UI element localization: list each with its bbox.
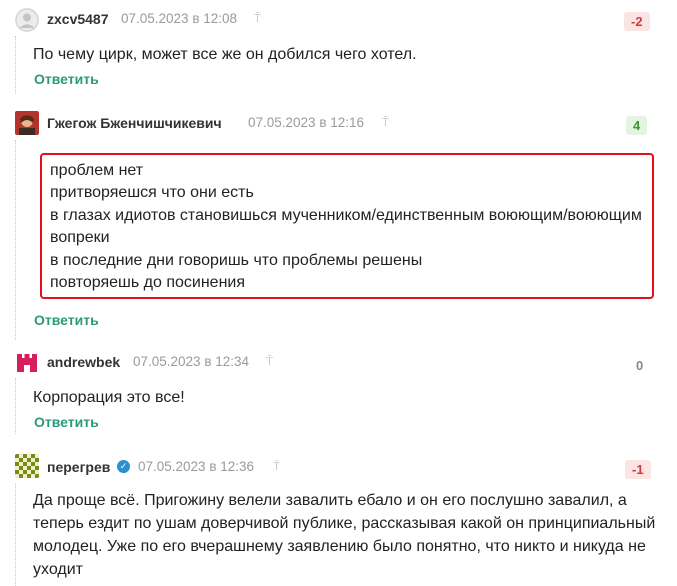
pin-icon[interactable]: ⍑ xyxy=(266,354,273,369)
comment-text-line: уходит xyxy=(33,561,83,578)
comment-author[interactable]: Гжегож Бженчишчикевич xyxy=(47,115,222,131)
comment-date[interactable]: 07.05.2023 в 12:36 xyxy=(138,459,254,474)
comment-date[interactable]: 07.05.2023 в 12:08 xyxy=(121,11,237,26)
thread-line xyxy=(15,483,16,586)
verified-check-icon: ✓ xyxy=(117,460,130,473)
comment-author[interactable]: перегрев xyxy=(47,459,110,475)
pin-icon[interactable]: ⍑ xyxy=(382,115,389,130)
reply-button[interactable]: Ответить xyxy=(34,414,99,430)
comment-date[interactable]: 07.05.2023 в 12:16 xyxy=(248,115,364,130)
thread-line xyxy=(15,378,16,434)
portrait-avatar[interactable] xyxy=(15,111,39,135)
comment-author[interactable]: andrewbek xyxy=(47,354,120,370)
comment-text: Корпорация это все! xyxy=(33,389,185,406)
comment-date[interactable]: 07.05.2023 в 12:34 xyxy=(133,354,249,369)
comment-text-line: вопреки xyxy=(50,229,110,246)
comment-text: По чему цирк, может все же он добился че… xyxy=(33,46,417,63)
comment-text-line: проблем нет xyxy=(50,162,144,179)
reply-button[interactable]: Ответить xyxy=(34,312,99,328)
comment-text-line: притворяешся что они есть xyxy=(50,184,254,201)
thread-line xyxy=(15,36,16,94)
castle-avatar[interactable] xyxy=(15,350,39,374)
comment-text-line: в глазах идиотов становишься мученником/… xyxy=(50,207,642,224)
thread-line xyxy=(15,140,16,340)
comment-text-line: Да проще всё. Пригожину велели завалить … xyxy=(33,492,627,509)
comment-score: 0 xyxy=(636,358,644,373)
comment-score: -2 xyxy=(624,12,650,31)
comment-text-line: теперь ездит по ушам доверчивой публике,… xyxy=(33,515,656,532)
pin-icon[interactable]: ⍑ xyxy=(273,459,280,474)
reply-button[interactable]: Ответить xyxy=(34,71,99,87)
comment-score: 4 xyxy=(626,116,648,135)
comment-text-line: молодец. Уже по его вчерашнему заявлению… xyxy=(33,538,646,555)
default-user-icon[interactable] xyxy=(15,8,39,32)
comment-text-line: в последние дни говоришь что проблемы ре… xyxy=(50,252,423,269)
pattern-avatar[interactable] xyxy=(15,454,39,478)
comment-score: -1 xyxy=(625,460,651,479)
comment-text-line: повторяешь до посинения xyxy=(50,274,246,291)
comment-author[interactable]: zxcv5487 xyxy=(47,11,109,27)
pin-icon[interactable]: ⍑ xyxy=(254,11,261,26)
